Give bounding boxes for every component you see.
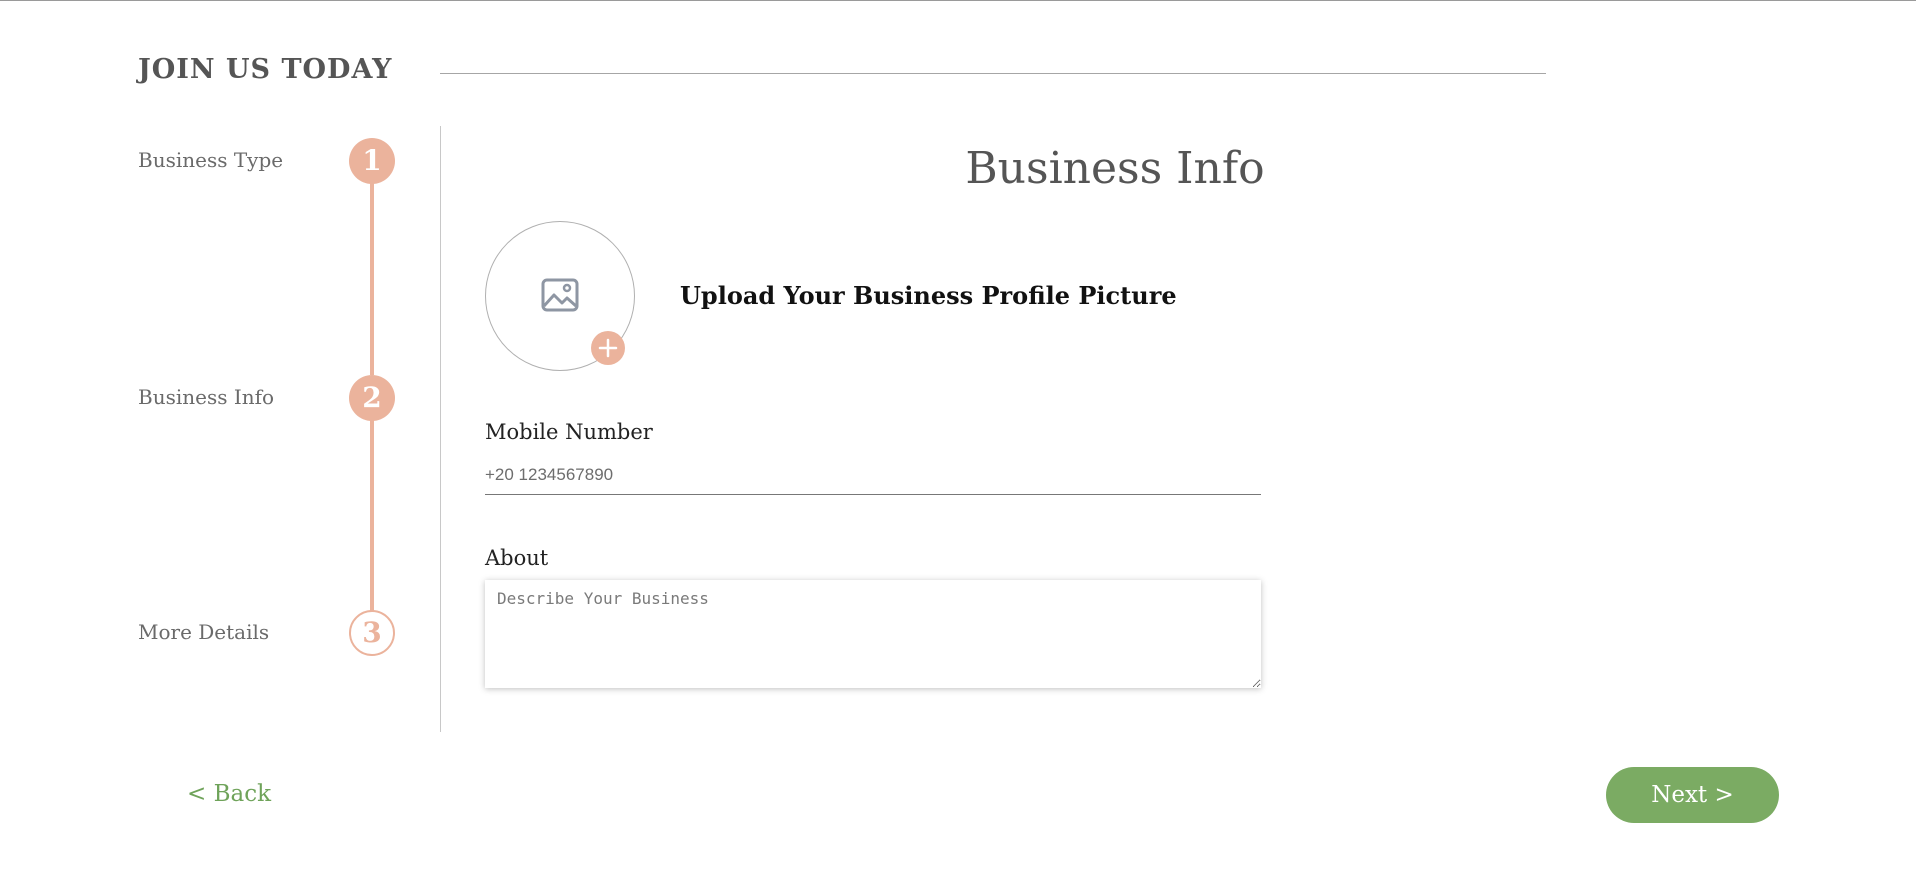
add-photo-icon[interactable] [591,331,625,365]
profile-picture-upload[interactable] [485,221,635,371]
step-circle-2: 2 [349,375,395,421]
step-label-more-details: More Details [138,620,270,644]
header-divider [440,73,1546,74]
step-connector-2-3 [370,420,374,612]
top-border [0,0,1916,1]
back-button[interactable]: < Back [187,781,271,807]
registration-page: JOIN US TODAY Business Type 1 Business I… [0,0,1916,876]
image-icon [541,278,579,312]
mobile-number-input[interactable] [485,455,1261,495]
section-title: Business Info [965,143,1265,194]
step-label-business-info: Business Info [138,385,275,409]
next-button[interactable]: Next > [1606,767,1779,823]
mobile-number-label: Mobile Number [485,420,653,444]
about-label: About [485,546,549,570]
stepper: Business Type 1 Business Info 2 More Det… [138,126,408,666]
upload-profile-picture-label: Upload Your Business Profile Picture [680,281,1177,310]
about-textarea[interactable] [485,580,1261,688]
step-connector-1-2 [370,183,374,375]
step-circle-1: 1 [349,138,395,184]
step-circle-3: 3 [349,610,395,656]
content-divider [440,126,441,732]
page-title: JOIN US TODAY [138,54,393,85]
step-label-business-type: Business Type [138,148,284,172]
